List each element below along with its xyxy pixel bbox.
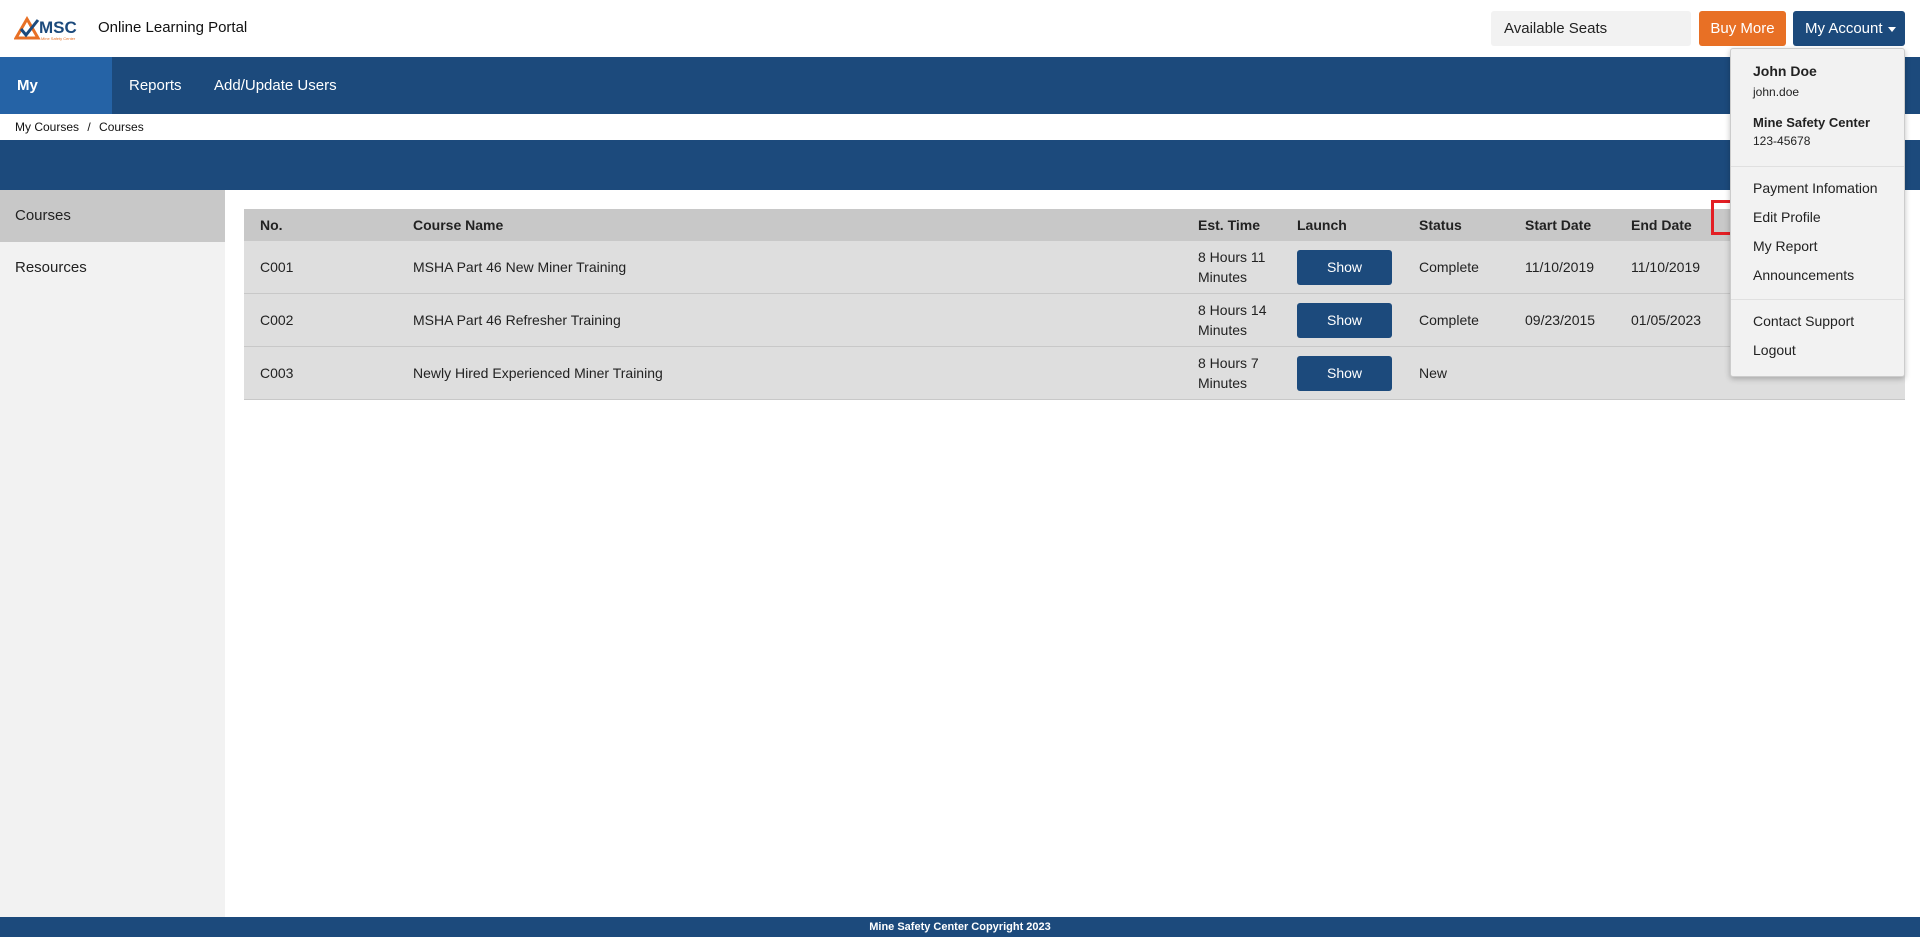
- breadcrumb: My Courses / Courses: [15, 120, 144, 134]
- user-name: John Doe: [1753, 63, 1817, 79]
- course-end-date: 11/10/2019: [1631, 259, 1701, 275]
- nav-my-courses[interactable]: My Courses: [0, 57, 112, 151]
- menu-announcements[interactable]: Announcements: [1753, 267, 1854, 283]
- divider: [1731, 166, 1904, 167]
- breadcrumb-courses: Courses: [99, 120, 144, 134]
- breadcrumb-my-courses[interactable]: My Courses: [15, 120, 79, 134]
- course-start-date: 09/23/2015: [1525, 312, 1596, 328]
- show-button[interactable]: Show: [1297, 249, 1392, 285]
- caret-down-icon: [1887, 26, 1896, 32]
- svg-text:MSC: MSC: [39, 18, 77, 37]
- sidebar-item-courses[interactable]: Courses: [0, 190, 225, 242]
- user-username: john.doe: [1753, 85, 1800, 99]
- nav-reports[interactable]: Reports: [112, 57, 199, 114]
- header-start-date: Start Date: [1525, 216, 1592, 233]
- divider: [1731, 299, 1904, 300]
- msc-logo[interactable]: MSC Mine Safety Center: [14, 14, 86, 42]
- main-nav: My Courses Reports Add/Update Users: [0, 57, 1920, 151]
- menu-contact-support[interactable]: Contact Support: [1753, 313, 1854, 329]
- table-row: C001 MSHA Part 46 New Miner Training 8 H…: [244, 241, 1905, 294]
- sidebar: Courses Resources: [0, 190, 225, 917]
- course-no: C003: [260, 365, 294, 381]
- header-status: Status: [1419, 216, 1462, 233]
- course-end-date: 01/05/2023: [1631, 312, 1702, 328]
- page-banner: [0, 140, 1920, 190]
- show-button[interactable]: Show: [1297, 302, 1392, 338]
- header-launch: Launch: [1297, 216, 1347, 233]
- menu-logout[interactable]: Logout: [1753, 342, 1796, 358]
- buy-more-button[interactable]: Buy More: [1699, 11, 1786, 46]
- course-start-date: 11/10/2019: [1525, 259, 1595, 275]
- header: MSC Mine Safety Center Online Learning P…: [0, 0, 1920, 57]
- portal-title: Online Learning Portal: [98, 19, 248, 36]
- course-name: Newly Hired Experienced Miner Training: [413, 365, 663, 381]
- sidebar-item-resources[interactable]: Resources: [0, 242, 225, 294]
- table-row: C003 Newly Hired Experienced Miner Train…: [244, 347, 1905, 400]
- nav-add-update-users[interactable]: Add/Update Users: [197, 57, 354, 114]
- course-est-time: 8 Hours 11 Minutes: [1198, 249, 1266, 285]
- table-header: No. Course Name Est. Time Launch Status …: [244, 209, 1905, 241]
- available-seats: Available Seats: [1491, 11, 1691, 46]
- menu-my-report[interactable]: My Report: [1753, 238, 1818, 254]
- course-status: Complete: [1419, 312, 1479, 328]
- header-no: No.: [260, 216, 283, 233]
- company-name: Mine Safety Center: [1753, 115, 1871, 130]
- my-account-button[interactable]: My Account: [1793, 11, 1905, 46]
- footer: Mine Safety Center Copyright 2023: [0, 917, 1920, 937]
- header-est-time: Est. Time: [1198, 216, 1260, 233]
- my-account-label: My Account: [1805, 20, 1883, 37]
- course-est-time: 8 Hours 14 Minutes: [1198, 302, 1267, 338]
- company-id: 123-45678: [1753, 134, 1811, 148]
- header-end-date: End Date: [1631, 216, 1692, 233]
- course-no: C002: [260, 312, 294, 328]
- menu-payment-information[interactable]: Payment Infomation: [1753, 180, 1878, 196]
- course-name: MSHA Part 46 Refresher Training: [413, 312, 621, 328]
- breadcrumb-separator: /: [87, 120, 91, 134]
- course-status: Complete: [1419, 259, 1479, 275]
- table-row: C002 MSHA Part 46 Refresher Training 8 H…: [244, 294, 1905, 347]
- course-status: New: [1419, 365, 1448, 381]
- svg-text:Mine Safety Center: Mine Safety Center: [41, 36, 76, 41]
- course-est-time: 8 Hours 7 Minutes: [1198, 355, 1259, 391]
- course-name: MSHA Part 46 New Miner Training: [413, 259, 627, 275]
- course-no: C001: [260, 259, 294, 275]
- menu-edit-profile[interactable]: Edit Profile: [1753, 209, 1821, 225]
- account-dropdown: John Doe john.doe Mine Safety Center 123…: [1730, 48, 1905, 377]
- show-button[interactable]: Show: [1297, 355, 1392, 391]
- header-course-name: Course Name: [413, 216, 504, 233]
